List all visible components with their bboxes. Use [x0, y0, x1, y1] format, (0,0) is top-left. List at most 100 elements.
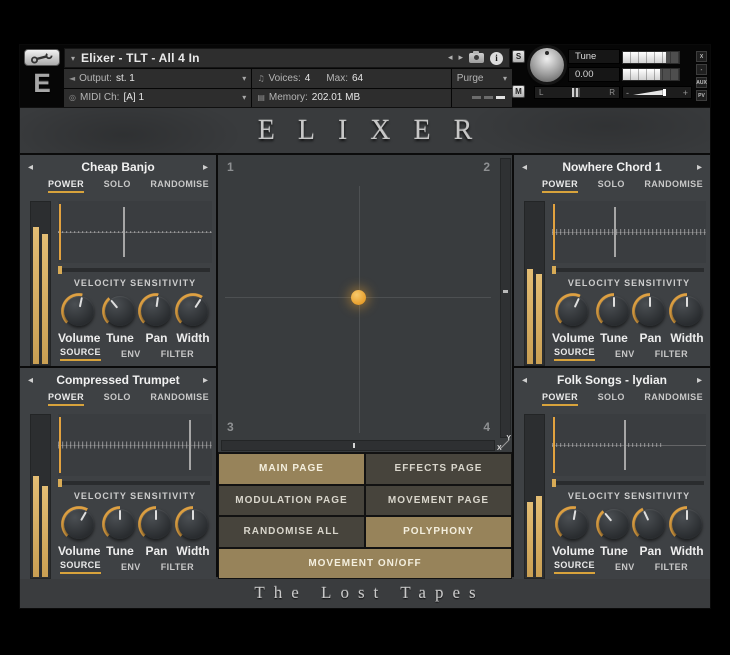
snapshot-camera-icon[interactable]: [469, 51, 484, 63]
knob-dial[interactable]: [100, 505, 139, 543]
pan-knob[interactable]: Pan: [631, 505, 670, 558]
pan-knob[interactable]: Pan: [137, 505, 176, 558]
playhead-marker[interactable]: [624, 419, 627, 471]
knob-dial[interactable]: [554, 505, 593, 543]
tune-value[interactable]: 0.00: [568, 67, 620, 82]
next-sample-button[interactable]: ▸: [203, 162, 208, 173]
volume-knob[interactable]: Volume: [552, 292, 594, 345]
knob-dial[interactable]: [594, 292, 633, 330]
purge-label[interactable]: Purge: [457, 73, 484, 84]
tune-knob[interactable]: Tune: [100, 292, 139, 345]
playhead-marker[interactable]: [188, 419, 191, 471]
filter-tab[interactable]: FILTER: [161, 562, 194, 574]
xy-field[interactable]: [218, 155, 499, 439]
power-tab[interactable]: POWER: [542, 392, 579, 406]
filter-tab[interactable]: FILTER: [655, 349, 688, 361]
pan-knob[interactable]: Pan: [137, 292, 176, 345]
velocity-slider[interactable]: [552, 266, 704, 274]
source-tab[interactable]: SOURCE: [60, 347, 101, 361]
source-tab[interactable]: SOURCE: [554, 347, 595, 361]
knob-dial[interactable]: [668, 292, 706, 330]
knob-dial[interactable]: [174, 505, 212, 543]
minimize-button[interactable]: -: [696, 64, 707, 75]
info-icon[interactable]: i: [490, 51, 503, 65]
sample-title[interactable]: Cheap Banjo: [33, 160, 203, 174]
env-tab[interactable]: ENV: [615, 562, 635, 574]
sample-title[interactable]: Folk Songs - lydian: [527, 373, 697, 387]
solo-tab[interactable]: SOLO: [598, 179, 625, 191]
playhead-marker[interactable]: [122, 206, 125, 258]
velocity-slider[interactable]: [58, 266, 210, 274]
xy-horizontal-slider[interactable]: [221, 440, 495, 451]
solo-tab[interactable]: SOLO: [104, 392, 131, 404]
title-dropdown-icon[interactable]: ▾: [71, 54, 75, 63]
solo-button[interactable]: S: [512, 50, 525, 63]
randomise-tab[interactable]: RANDOMISE: [644, 179, 703, 191]
pan-knob[interactable]: Pan: [631, 292, 670, 345]
knob-dial[interactable]: [668, 505, 706, 543]
nav-button-movement-page[interactable]: MOVEMENT PAGE: [366, 485, 511, 515]
velocity-slider-handle[interactable]: [58, 479, 62, 487]
instrument-title[interactable]: Elixer - TLT - All 4 In: [81, 51, 442, 65]
header-tune-knob[interactable]: [530, 48, 564, 82]
midi-dropdown-icon[interactable]: ▾: [242, 93, 246, 102]
volume-knob[interactable]: Volume: [58, 292, 100, 345]
playhead-marker[interactable]: [613, 206, 616, 258]
width-knob[interactable]: Width: [174, 505, 212, 558]
next-sample-button[interactable]: ▸: [697, 162, 702, 173]
power-tab[interactable]: POWER: [48, 392, 85, 406]
sample-title[interactable]: Compressed Trumpet: [33, 373, 203, 387]
sample-start-marker[interactable]: [553, 417, 555, 473]
pan-handle[interactable]: [572, 88, 581, 97]
sample-title[interactable]: Nowhere Chord 1: [527, 160, 697, 174]
knob-dial[interactable]: [594, 505, 633, 543]
env-tab[interactable]: ENV: [121, 349, 141, 361]
output-selector[interactable]: ◄ Output: st. 1 ▾: [64, 69, 252, 88]
next-sample-button[interactable]: ▸: [203, 375, 208, 386]
velocity-slider-handle[interactable]: [58, 266, 62, 274]
xy-horizontal-slider-handle[interactable]: [352, 443, 355, 448]
close-button[interactable]: X: [696, 51, 707, 62]
pan-slider[interactable]: L R: [534, 86, 620, 99]
power-tab[interactable]: POWER: [542, 179, 579, 193]
knob-dial[interactable]: [137, 505, 176, 543]
knob-dial[interactable]: [100, 292, 139, 330]
volume-plus-label[interactable]: +: [683, 88, 688, 98]
xy-vertical-slider-handle[interactable]: [503, 289, 508, 293]
knob-dial[interactable]: [554, 292, 593, 330]
aux-button[interactable]: AUX: [696, 77, 707, 88]
velocity-slider-handle[interactable]: [552, 266, 556, 274]
volume-knob[interactable]: Volume: [58, 505, 100, 558]
velocity-slider[interactable]: [552, 479, 704, 487]
width-knob[interactable]: Width: [174, 292, 212, 345]
waveform-display[interactable]: [58, 201, 212, 263]
sample-start-marker[interactable]: [553, 204, 555, 260]
nav-button-main-page[interactable]: MAIN PAGE: [219, 454, 364, 484]
source-tab[interactable]: SOURCE: [60, 560, 101, 574]
tune-knob[interactable]: Tune: [594, 505, 633, 558]
nav-button-modulation-page[interactable]: MODULATION PAGE: [219, 485, 364, 515]
env-tab[interactable]: ENV: [121, 562, 141, 574]
knob-dial[interactable]: [631, 505, 670, 543]
sample-start-marker[interactable]: [59, 204, 61, 260]
power-tab[interactable]: POWER: [48, 179, 85, 193]
nav-button-effects-page[interactable]: EFFECTS PAGE: [366, 454, 511, 484]
pv-button[interactable]: PV: [696, 90, 707, 101]
randomise-tab[interactable]: RANDOMISE: [644, 392, 703, 404]
xy-dot[interactable]: [351, 289, 366, 305]
knob-dial[interactable]: [60, 292, 99, 330]
randomise-tab[interactable]: RANDOMISE: [150, 179, 209, 191]
source-tab[interactable]: SOURCE: [554, 560, 595, 574]
solo-tab[interactable]: SOLO: [598, 392, 625, 404]
nav-button-movement-onoff[interactable]: MOVEMENT ON/OFF: [219, 548, 511, 578]
next-instrument-button[interactable]: ▸: [458, 53, 463, 63]
filter-tab[interactable]: FILTER: [161, 349, 194, 361]
mute-button[interactable]: M: [512, 85, 525, 98]
knob-dial[interactable]: [60, 505, 99, 543]
volume-knob[interactable]: Volume: [552, 505, 594, 558]
instrument-title-bar[interactable]: ▾ Elixer - TLT - All 4 In ◂ ▸ i: [64, 48, 510, 68]
xy-vertical-slider[interactable]: [500, 158, 511, 438]
tune-knob[interactable]: Tune: [100, 505, 139, 558]
volume-handle[interactable]: [662, 89, 666, 96]
nav-button-randomise-all[interactable]: RANDOMISE ALL: [219, 517, 364, 547]
